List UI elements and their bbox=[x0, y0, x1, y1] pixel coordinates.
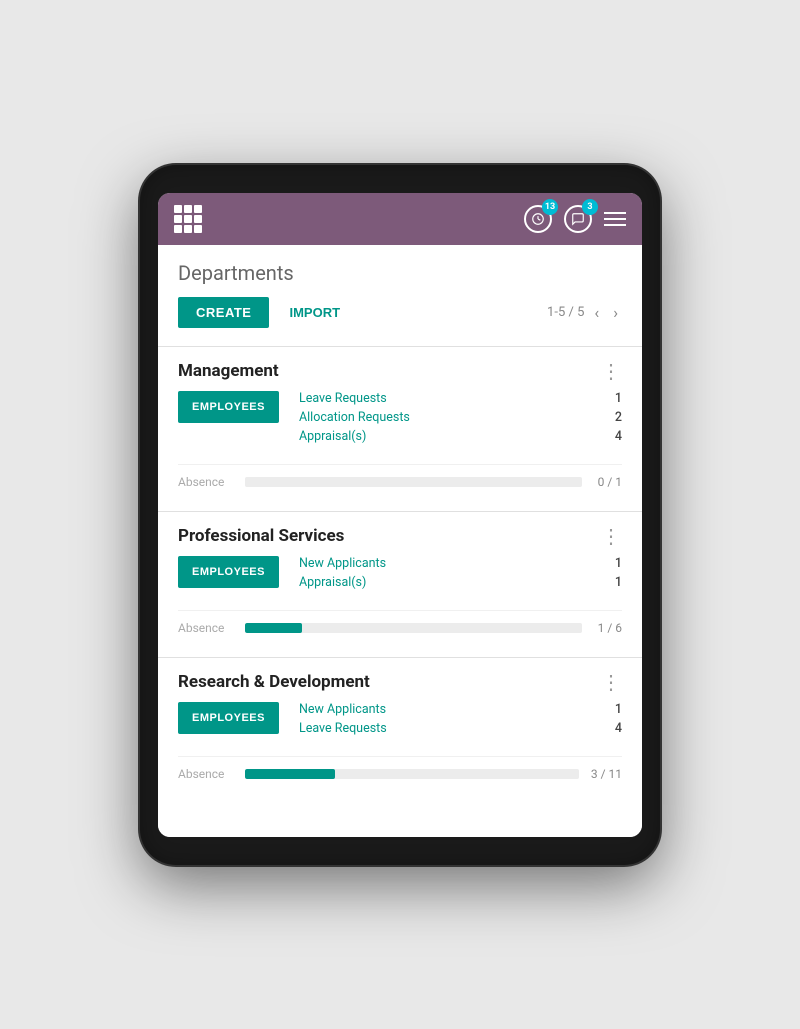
stat-value: 1 bbox=[615, 702, 622, 717]
stat-label: Leave Requests bbox=[299, 391, 387, 406]
import-button[interactable]: IMPORT bbox=[285, 297, 344, 328]
stat-row: New Applicants 1 bbox=[299, 556, 622, 571]
tablet-screen: 13 3 Departments bbox=[158, 193, 642, 837]
dept-header: Professional Services ⋮ bbox=[178, 512, 622, 556]
absence-count: 0 / 1 bbox=[594, 475, 622, 489]
absence-row: Absence 3 / 11 bbox=[178, 756, 622, 795]
pagination-text: 1-5 / 5 bbox=[547, 305, 584, 320]
absence-label: Absence bbox=[178, 621, 233, 635]
stat-value: 1 bbox=[615, 556, 622, 571]
absence-bar bbox=[245, 477, 582, 487]
department-card: Research & Development ⋮ EMPLOYEES New A… bbox=[158, 657, 642, 795]
stat-value: 1 bbox=[615, 575, 622, 590]
stat-label: New Applicants bbox=[299, 556, 386, 571]
departments-list: Management ⋮ EMPLOYEES Leave Requests 1 … bbox=[158, 346, 642, 795]
page-title: Departments bbox=[178, 261, 622, 285]
next-page-button[interactable]: › bbox=[609, 301, 622, 324]
page-header: Departments CREATE IMPORT 1-5 / 5 ‹ › bbox=[158, 245, 642, 338]
dept-name: Management bbox=[178, 361, 279, 381]
absence-count: 3 / 11 bbox=[591, 767, 622, 781]
stat-label: Leave Requests bbox=[299, 721, 387, 736]
stat-row: Leave Requests 1 bbox=[299, 391, 622, 406]
absence-bar bbox=[245, 623, 582, 633]
prev-page-button[interactable]: ‹ bbox=[590, 301, 603, 324]
employees-button[interactable]: EMPLOYEES bbox=[178, 702, 279, 734]
stat-label: Appraisal(s) bbox=[299, 429, 366, 444]
messages-button[interactable]: 3 bbox=[564, 205, 592, 233]
stat-label: Allocation Requests bbox=[299, 410, 410, 425]
notifications-button[interactable]: 13 bbox=[524, 205, 552, 233]
dept-stats: New Applicants 1 Appraisal(s) 1 bbox=[299, 556, 622, 594]
stat-row: Appraisal(s) 4 bbox=[299, 429, 622, 444]
messages-badge: 3 bbox=[582, 199, 598, 215]
department-card: Professional Services ⋮ EMPLOYEES New Ap… bbox=[158, 511, 642, 649]
dept-stats: Leave Requests 1 Allocation Requests 2 A… bbox=[299, 391, 622, 448]
dept-header: Research & Development ⋮ bbox=[178, 658, 622, 702]
department-card: Management ⋮ EMPLOYEES Leave Requests 1 … bbox=[158, 346, 642, 503]
stat-row: Leave Requests 4 bbox=[299, 721, 622, 736]
dept-body: EMPLOYEES New Applicants 1 Leave Request… bbox=[178, 702, 622, 756]
stat-value: 4 bbox=[615, 429, 622, 444]
dept-stats: New Applicants 1 Leave Requests 4 bbox=[299, 702, 622, 740]
hamburger-menu[interactable] bbox=[604, 212, 626, 226]
grid-icon[interactable] bbox=[174, 205, 202, 233]
dept-menu-button[interactable]: ⋮ bbox=[601, 672, 622, 692]
create-button[interactable]: CREATE bbox=[178, 297, 269, 328]
dept-menu-button[interactable]: ⋮ bbox=[601, 526, 622, 546]
dept-body: EMPLOYEES New Applicants 1 Appraisal(s) … bbox=[178, 556, 622, 610]
stat-row: Allocation Requests 2 bbox=[299, 410, 622, 425]
dept-name: Professional Services bbox=[178, 526, 344, 546]
dept-body: EMPLOYEES Leave Requests 1 Allocation Re… bbox=[178, 391, 622, 464]
stat-value: 2 bbox=[615, 410, 622, 425]
header-right: 13 3 bbox=[524, 205, 626, 233]
absence-label: Absence bbox=[178, 475, 233, 489]
absence-bar-fill bbox=[245, 623, 302, 633]
dept-header: Management ⋮ bbox=[178, 347, 622, 391]
app-header: 13 3 bbox=[158, 193, 642, 245]
employees-button[interactable]: EMPLOYEES bbox=[178, 556, 279, 588]
absence-bar bbox=[245, 769, 579, 779]
absence-bar-fill bbox=[245, 769, 335, 779]
stat-value: 1 bbox=[615, 391, 622, 406]
main-content: Departments CREATE IMPORT 1-5 / 5 ‹ › Ma… bbox=[158, 245, 642, 837]
stat-label: New Applicants bbox=[299, 702, 386, 717]
notifications-badge: 13 bbox=[542, 199, 558, 215]
absence-row: Absence 0 / 1 bbox=[178, 464, 622, 503]
stat-row: New Applicants 1 bbox=[299, 702, 622, 717]
stat-label: Appraisal(s) bbox=[299, 575, 366, 590]
dept-name: Research & Development bbox=[178, 672, 370, 692]
absence-label: Absence bbox=[178, 767, 233, 781]
pagination: 1-5 / 5 ‹ › bbox=[547, 301, 622, 324]
absence-row: Absence 1 / 6 bbox=[178, 610, 622, 649]
stat-row: Appraisal(s) 1 bbox=[299, 575, 622, 590]
employees-button[interactable]: EMPLOYEES bbox=[178, 391, 279, 423]
stat-value: 4 bbox=[615, 721, 622, 736]
dept-menu-button[interactable]: ⋮ bbox=[601, 361, 622, 381]
tablet-frame: 13 3 Departments bbox=[140, 165, 660, 865]
absence-count: 1 / 6 bbox=[594, 621, 622, 635]
toolbar: CREATE IMPORT 1-5 / 5 ‹ › bbox=[178, 297, 622, 328]
